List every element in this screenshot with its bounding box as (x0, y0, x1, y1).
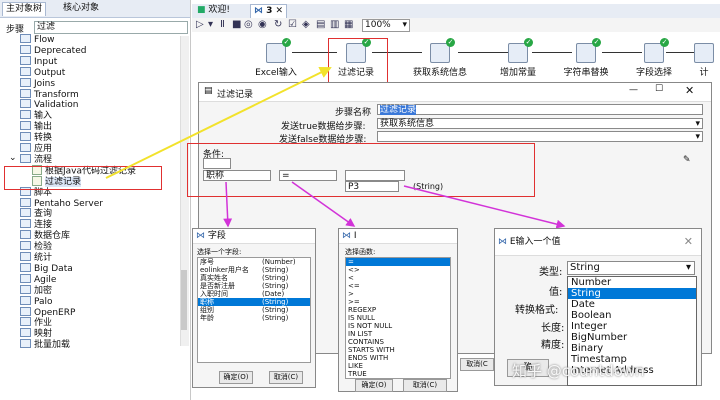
field-name: 组别 (200, 306, 214, 314)
field-type: (String) (262, 306, 289, 314)
field-popup-subtitle: 选择一个字段: (197, 248, 242, 256)
function-popup-title: I (353, 231, 357, 241)
type-select[interactable]: String ▾ (567, 261, 695, 275)
field-list-item[interactable]: 入职时间 (Date) (198, 290, 310, 298)
type-option[interactable]: Integer (568, 321, 696, 332)
field-list[interactable]: 序号 (Number) eolinker用户名 (String) 真实姓名 (String… (197, 257, 311, 363)
cancel-button-partial[interactable]: 取消(C (460, 358, 494, 371)
magenta-arrow-field (223, 181, 233, 228)
function-list-item[interactable]: REGEXP (346, 306, 450, 314)
function-list-item[interactable]: <= (346, 282, 450, 290)
field-list-item[interactable]: 是否新注册 (String) (198, 282, 310, 290)
cancel-button[interactable]: 取消(C) (403, 379, 447, 392)
field-type: (Number) (262, 258, 296, 266)
function-list-item[interactable]: <> (346, 266, 450, 274)
field-type: (String) (262, 282, 289, 290)
function-popup: ⋈ I 选择函数: = <> < <= > >= REGEXP IS NULL IS NOT N… (338, 228, 458, 392)
field-type: (Date) (262, 290, 285, 298)
field-name: 入职时间 (200, 290, 228, 298)
magenta-arrow-value (403, 185, 566, 229)
function-list-item[interactable]: < (346, 274, 450, 282)
field-name: 真实姓名 (200, 274, 228, 282)
field-type: (String) (262, 274, 289, 282)
field-list-item[interactable]: 年龄 (String) (198, 314, 310, 322)
length-label: 长度: (541, 323, 565, 334)
type-value: String (570, 262, 600, 273)
watermark: 知乎 @countdown (512, 362, 645, 380)
function-popup-titlebar: ⋈ I (339, 229, 457, 244)
type-option[interactable]: Number (568, 277, 696, 288)
type-option[interactable]: Binary (568, 343, 696, 354)
field-list-item[interactable]: 真实姓名 (String) (198, 274, 310, 282)
value-popup-titlebar: ⋈ E输入一个值 ✕ (495, 229, 701, 256)
cancel-button[interactable]: 取消(C) (269, 371, 303, 384)
field-list-item[interactable]: 序号 (Number) (198, 258, 310, 266)
type-option[interactable]: Date (568, 299, 696, 310)
field-list-item[interactable]: 职称 (String) (198, 298, 310, 306)
magenta-arrow-function (291, 181, 356, 227)
function-list[interactable]: = <> < <= > >= REGEXP IS NULL IS NOT NULL IN LIST… (345, 257, 451, 379)
close-icon[interactable]: ✕ (684, 229, 693, 255)
app-icon: ⋈ (498, 237, 507, 247)
function-list-item[interactable]: LIKE (346, 362, 450, 370)
field-name: 序号 (200, 258, 214, 266)
field-name: 职称 (200, 298, 214, 306)
field-list-item[interactable]: 组别 (String) (198, 306, 310, 314)
field-type: (String) (262, 298, 289, 306)
function-list-item[interactable]: > (346, 290, 450, 298)
function-list-item[interactable]: IN LIST (346, 330, 450, 338)
field-list-item[interactable]: eolinker用户名 (String) (198, 266, 310, 274)
chevron-down-icon: ▾ (685, 262, 691, 273)
app-icon: ⋈ (342, 231, 351, 241)
format-label: 转换格式: (515, 305, 559, 316)
field-popup-title: 字段 (207, 231, 226, 241)
function-list-item[interactable]: STARTS WITH (346, 346, 450, 354)
field-name: 年龄 (200, 314, 214, 322)
field-type: (String) (262, 314, 289, 322)
function-list-item[interactable]: >= (346, 298, 450, 306)
function-list-item[interactable]: IS NOT NULL (346, 322, 450, 330)
type-option[interactable]: BigNumber (568, 332, 696, 343)
function-list-item[interactable]: IS NULL (346, 314, 450, 322)
ok-button[interactable]: 确定(O) (219, 371, 253, 384)
value-popup-title: E输入一个值 (509, 237, 561, 247)
function-list-item[interactable]: TRUE (346, 370, 450, 378)
field-name: eolinker用户名 (200, 266, 249, 274)
field-popup: ⋈ 字段 选择一个字段: 序号 (Number) eolinker用户名 (Strin… (192, 228, 316, 388)
function-list-item[interactable]: CONTAINS (346, 338, 450, 346)
ok-button[interactable]: 确定(O) (355, 379, 393, 392)
type-option[interactable]: Boolean (568, 310, 696, 321)
app-icon: ⋈ (196, 231, 205, 241)
function-list-item[interactable]: ENDS WITH (346, 354, 450, 362)
type-label: 类型: (539, 267, 563, 278)
field-name: 是否新注册 (200, 282, 235, 290)
field-popup-titlebar: ⋈ 字段 (193, 229, 315, 244)
yellow-arrow (105, 67, 332, 179)
field-type: (String) (262, 266, 289, 274)
precision-label: 精度: (541, 340, 565, 351)
value-label: 值: (549, 287, 563, 298)
function-list-item[interactable]: = (346, 258, 450, 266)
function-popup-subtitle: 选择函数: (345, 248, 376, 256)
type-option[interactable]: String (568, 288, 696, 299)
